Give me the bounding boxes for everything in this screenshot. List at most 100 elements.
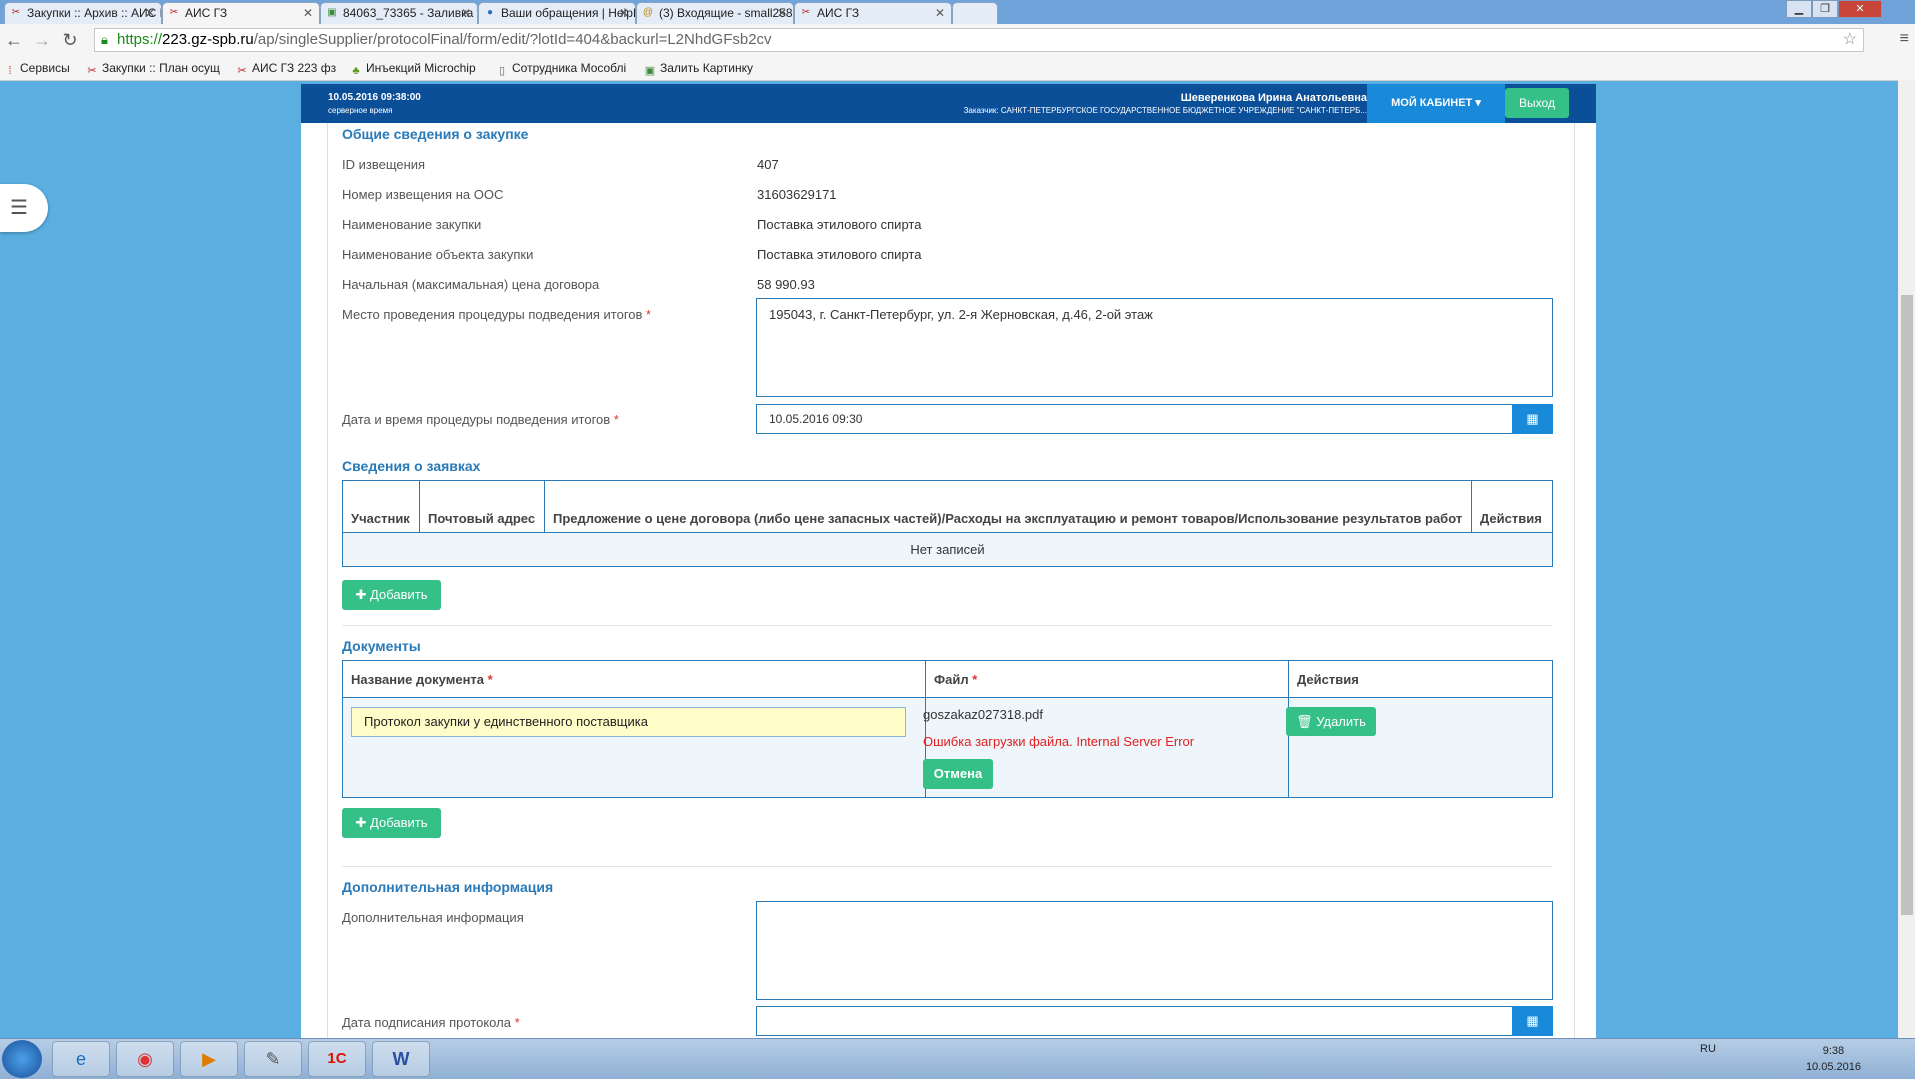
field-label: Наименование закупки (342, 217, 482, 232)
divider (342, 625, 1552, 626)
reload-icon[interactable]: ↻ (60, 30, 80, 50)
scrollbar-thumb[interactable] (1901, 295, 1913, 915)
bookmark-item[interactable]: ▣ Залить Картинку (644, 61, 753, 77)
back-icon[interactable]: ← (4, 30, 24, 50)
logout-button[interactable]: Выход (1505, 88, 1569, 118)
column-header: Предложение о цене договора (либо цене з… (544, 480, 1472, 533)
close-icon[interactable]: ✕ (777, 3, 787, 24)
close-window-icon[interactable]: ✕ (1838, 0, 1882, 18)
my-cabinet-button[interactable]: МОЙ КАБИНЕТ ▾ (1367, 84, 1505, 123)
page-scrollbar[interactable] (1898, 80, 1915, 1038)
minimize-icon[interactable]: ▁ (1786, 0, 1812, 18)
close-icon[interactable]: ✕ (145, 3, 155, 24)
language-indicator[interactable]: RU (1700, 1043, 1716, 1055)
hamburger-icon: ☰ (10, 197, 28, 219)
forward-icon[interactable]: → (32, 30, 52, 50)
browser-tab[interactable]: @ (3) Входящие - small2580 ✕ (636, 2, 794, 24)
apps-icon: ⁞ (8, 65, 12, 77)
cancel-upload-button[interactable]: Отмена (923, 759, 993, 789)
section-title-general: Общие сведения о закупке (342, 126, 529, 142)
ais-icon: ✂ (11, 7, 21, 18)
browser-tab[interactable]: ✂ Закупки :: Архив :: АИС Г ✕ (4, 2, 162, 24)
browser-tab-active[interactable]: ✂ АИС ГЗ ✕ (162, 2, 320, 24)
column-header: Действия (1288, 660, 1553, 698)
tools-icon[interactable]: ✎ (244, 1041, 302, 1077)
trash-icon: 🗑︎ (1296, 714, 1313, 729)
lock-icon: 🔒︎ (101, 32, 108, 47)
bookmark-item[interactable]: ⁞ Сервисы (4, 61, 69, 77)
calendar-icon[interactable]: ▦ (1512, 404, 1553, 434)
sign-date-input[interactable] (756, 1006, 1513, 1036)
additional-info-textarea[interactable] (756, 901, 1553, 1000)
column-header: Участник (342, 480, 420, 533)
server-time-label: серверное время (328, 106, 393, 115)
bookmark-item[interactable]: ✂ АИС ГЗ 223 фз (236, 61, 336, 77)
column-header: Файл * (925, 660, 1289, 698)
file-name: goszakaz027318.pdf (923, 707, 1043, 722)
globe-icon: ● (486, 7, 494, 18)
browser-tab-bar: ✂ Закупки :: Архив :: АИС Г ✕ ✂ АИС ГЗ ✕ ▣ 84… (0, 0, 1915, 24)
system-clock[interactable]: 9:38 10.05.2016 (1806, 1043, 1861, 1075)
datetime-input[interactable]: 10.05.2016 09:30 (756, 404, 1513, 434)
bookmark-item[interactable]: ▯ Сотрудника Мособлі (496, 61, 626, 77)
empty-message: Нет записей (342, 532, 1553, 567)
close-icon[interactable]: ✕ (619, 3, 629, 24)
new-tab-button[interactable] (952, 2, 998, 24)
place-label: Место проведения процедуры подведения ит… (342, 307, 652, 322)
field-label: ID извещения (342, 157, 426, 172)
add-application-button[interactable]: ✚ Добавить (342, 580, 441, 610)
file-upload-error: Ошибка загрузки файла. Internal Server E… (923, 734, 1195, 749)
1c-icon[interactable]: 1С (308, 1041, 366, 1077)
section-title-additional: Дополнительная информация (342, 879, 554, 895)
delete-document-button[interactable]: 🗑︎ Удалить (1286, 707, 1376, 736)
ais-icon: ✂ (87, 65, 97, 77)
close-icon[interactable]: ✕ (935, 3, 945, 24)
plus-icon: ✚ (355, 815, 367, 830)
bookmark-item[interactable]: ✂ Закупки :: План осущ (86, 61, 220, 77)
server-date: 10.05.2016 09:38:00 (328, 92, 421, 103)
windows-taskbar: e ◉ ▶ ✎ 1С W RU 9:38 10.05.2016 (0, 1038, 1915, 1079)
close-icon[interactable]: ✕ (303, 3, 313, 24)
field-label: Номер извещения на ООС (342, 187, 504, 202)
ie-icon[interactable]: e (52, 1041, 110, 1077)
close-icon[interactable]: ✕ (461, 3, 471, 24)
browser-tab[interactable]: ✂ АИС ГЗ ✕ (794, 2, 952, 24)
datetime-label: Дата и время процедуры подведения итогов… (342, 412, 619, 427)
divider (342, 866, 1552, 867)
place-textarea[interactable]: 195043, г. Санкт-Петербург, ул. 2-я Жерн… (756, 298, 1553, 397)
ais-icon: ✂ (237, 65, 247, 77)
ais-icon: ✂ (169, 7, 179, 18)
plus-icon: ✚ (355, 587, 367, 602)
browser-toolbar: ← → ↻ 🔒︎ https://223.gz-spb.ru/ap/singleS… (0, 24, 1915, 59)
leaf-icon: ♣ (352, 65, 360, 77)
field-label: Наименование объекта закупки (342, 247, 534, 262)
image-icon: ▣ (644, 65, 656, 77)
word-icon[interactable]: W (372, 1041, 430, 1077)
additional-info-label: Дополнительная информация (342, 910, 524, 925)
section-title-documents: Документы (342, 638, 421, 654)
restore-icon[interactable]: ❐ (1812, 0, 1838, 18)
page-icon: ▯ (498, 65, 506, 77)
section-title-applications: Сведения о заявках (342, 458, 481, 474)
sign-date-label: Дата подписания протокола * (342, 1015, 520, 1030)
column-header: Почтовый адрес (419, 480, 545, 533)
bookmark-star-icon[interactable]: ☆ (1843, 29, 1857, 51)
browser-tab[interactable]: ● Ваши обращения | HelpD ✕ (478, 2, 636, 24)
applications-table: Участник Почтовый адрес Предложение о це… (342, 480, 1553, 567)
document-title-input[interactable]: Протокол закупки у единственного поставщ… (351, 707, 906, 737)
browser-tab[interactable]: ▣ 84063_73365 - Заливка у ✕ (320, 2, 478, 24)
sidebar-toggle-button[interactable]: ☰ (0, 184, 48, 232)
user-name: Шеверенкова Ирина Анатольевна (1180, 92, 1367, 104)
chrome-icon[interactable]: ◉ (116, 1041, 174, 1077)
bookmark-item[interactable]: ♣ Инъекций Microchip (350, 61, 475, 77)
browser-menu-icon[interactable]: ≡ (1900, 30, 1909, 48)
image-icon: ▣ (327, 7, 337, 18)
ais-icon: ✂ (801, 7, 811, 18)
media-player-icon[interactable]: ▶ (180, 1041, 238, 1077)
address-bar[interactable]: 🔒︎ https://223.gz-spb.ru/ap/singleSupplie… (94, 28, 1864, 52)
start-button[interactable] (2, 1040, 42, 1078)
add-document-button[interactable]: ✚ Добавить (342, 808, 441, 838)
calendar-icon[interactable]: ▦ (1512, 1006, 1553, 1036)
column-header: Действия (1471, 480, 1553, 533)
app-header: 10.05.2016 09:38:00 серверное время Шеве… (301, 84, 1596, 123)
